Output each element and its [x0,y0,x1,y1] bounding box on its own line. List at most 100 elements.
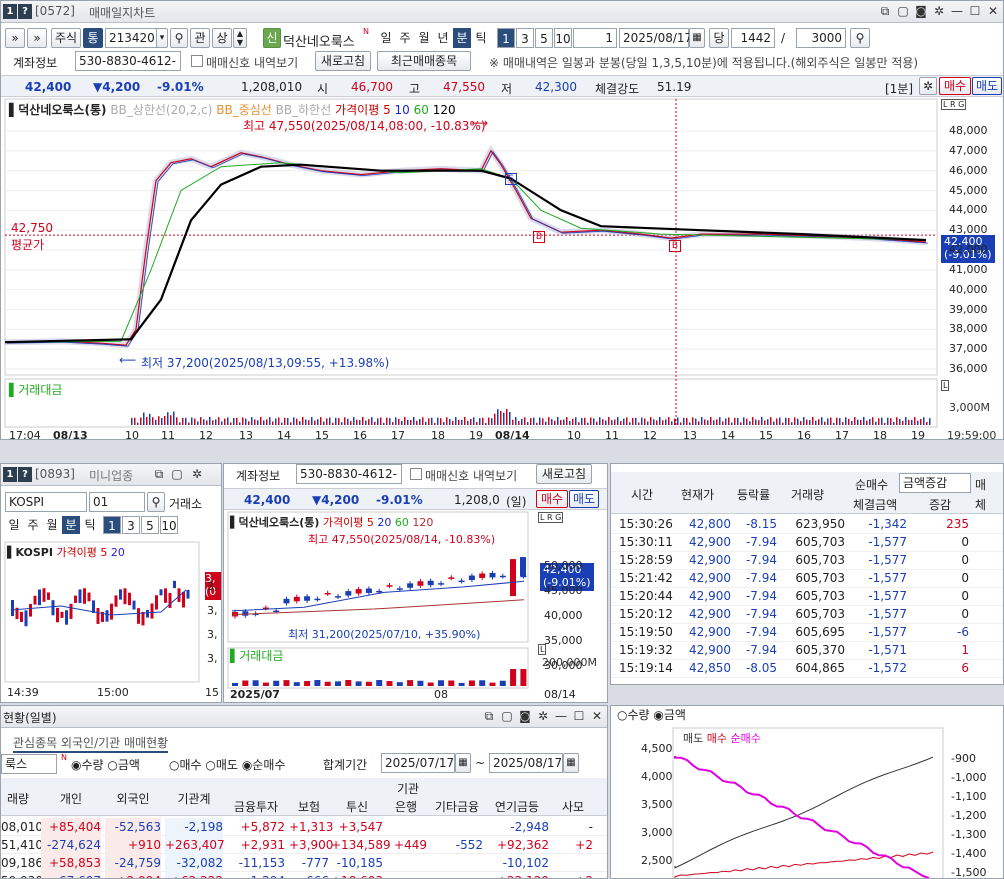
tick-row[interactable]: 15:30:11 42,900 -7.94 605,703 -1,577 0 [611,534,1003,552]
buy-button[interactable]: 매수 [939,77,971,95]
copy-icon[interactable]: ▢ [895,3,911,19]
radio-icon[interactable]: ○ [169,758,179,772]
close-icon[interactable]: ✕ [985,3,1001,19]
tick-row[interactable]: 15:30:26 42,800 -8.15 623,950 -1,342 235 [611,516,1003,534]
tick-row[interactable]: 15:19:50 42,900 -7.94 605,695 -1,577 -6 [611,624,1003,642]
refresh-button[interactable]: 새로고침 [536,464,592,484]
investor-row[interactable]: 09,186 +58,853 -24,759 -32,082 -11,153 -777 -1… [1,854,607,872]
kospi-chart[interactable] [1,540,222,703]
menu-icon[interactable]: 1 [3,467,17,482]
maximize-icon[interactable]: ☐ [571,708,587,724]
radio-selected-icon[interactable]: ◉ [71,758,81,772]
maximize-icon[interactable]: ☐ [967,3,983,19]
radio-icon[interactable]: ○ [107,758,117,772]
l-label[interactable]: L [941,380,950,391]
tick-row[interactable]: 15:28:59 42,900 -7.94 605,703 -1,577 0 [611,552,1003,570]
total-input[interactable]: 3000 [796,28,846,48]
from-date[interactable]: 2025/07/17 [381,753,455,773]
close-icon[interactable]: ✕ [589,708,605,724]
flow-radio-amount[interactable]: 금액 [664,708,686,722]
mini-period-1[interactable]: 주 [24,516,42,534]
radio-amount[interactable]: 금액 [118,758,140,772]
market-select[interactable]: 주식 [51,28,81,48]
account-select[interactable]: 530-8830-4612- [296,464,402,484]
period-1[interactable]: 주 [396,28,414,48]
sell-button[interactable]: 매도 [972,77,1002,95]
gear-icon[interactable]: ✲ [189,466,205,482]
calendar-icon[interactable]: ▦ [689,28,705,48]
code-input[interactable]: 213420 [105,28,157,48]
lrg-label[interactable]: L R G [941,99,967,110]
period-4[interactable]: 분 [453,28,471,48]
stepper-icon[interactable]: ▲ ▼ [233,28,247,48]
minimize-icon[interactable]: — [553,708,569,724]
copy-icon[interactable]: ▢ [169,466,185,482]
tick-row[interactable]: 15:19:32 42,900 -7.94 605,370 -1,571 1 [611,642,1003,660]
period-2[interactable]: 월 [415,28,433,48]
link-icon[interactable]: ⧉ [481,708,497,724]
recent-button[interactable]: 최근매매종목 [377,51,471,71]
tick-row[interactable]: 15:21:42 42,900 -7.94 605,703 -1,577 0 [611,570,1003,588]
radio-qty[interactable]: 수량 [81,758,103,772]
minute-3[interactable]: 3 [516,28,534,48]
radio-selected-icon[interactable]: ◉ [653,708,663,722]
dang-button[interactable]: 당 [709,28,729,48]
stock-name[interactable]: 덕산네오룩스 [283,31,355,50]
mini-minute-10[interactable]: 10 [160,516,178,534]
mini-minute-1[interactable]: 1 [103,516,121,534]
mode-select[interactable]: 금액증감 [899,473,971,493]
daily-lrg[interactable]: L R G [538,512,564,523]
buy-button[interactable]: 매수 [536,490,568,508]
minute-5[interactable]: 5 [535,28,553,48]
dang-input[interactable]: 1442 [731,28,775,48]
nav-right-icon[interactable]: » [5,28,25,48]
period-5[interactable]: 틱 [472,28,490,48]
minute-10[interactable]: 10 [554,28,572,48]
radio-sell[interactable]: 매도 [216,758,238,772]
investor-row[interactable]: 08,010 +85,404 -52,563 -2,198 +5,872 +1,313 +3… [1,818,607,836]
signal-checkbox[interactable] [410,468,422,480]
gear-icon[interactable]: ✲ [535,708,551,724]
type-button[interactable]: 통 [83,28,103,48]
mini-minute-3[interactable]: 3 [122,516,140,534]
stock-input[interactable]: 룩스 [1,754,57,774]
radio-icon[interactable]: ○ [617,708,627,722]
refresh-button[interactable]: 새로고침 [315,51,371,71]
camera-icon[interactable]: ◙ [517,708,533,724]
market-code-input[interactable]: 01 [89,492,145,512]
mini-period-4[interactable]: 틱 [81,516,99,534]
investor-row[interactable]: 59,930-67,607 +2,994 +62,222 -1,294 -666+18,… [1,872,607,878]
link-icon[interactable]: ⧉ [877,3,893,19]
radio-icon[interactable]: ○ [205,758,215,772]
period-0[interactable]: 일 [377,28,395,48]
updown-button[interactable]: 상 [212,28,232,48]
mini-period-3[interactable]: 분 [62,516,80,534]
link-icon[interactable]: ⧉ [151,466,167,482]
mini-period-2[interactable]: 월 [43,516,61,534]
period-3[interactable]: 년 [434,28,452,48]
tick-row[interactable]: 15:19:14 42,850 -8.05 604,865 -1,572 6 [611,660,1003,678]
investor-tab[interactable]: 관심종목 외국인/기관 매매현황 [13,734,169,753]
help-icon[interactable]: ? [18,467,32,482]
date-input[interactable]: 2025/08/17 [619,28,692,48]
search-icon[interactable]: ⚲ [147,492,165,512]
calendar-icon[interactable]: ▦ [563,753,579,773]
minimize-icon[interactable]: — [949,3,965,19]
menu-icon[interactable]: 1 [3,4,17,19]
mini-minute-5[interactable]: 5 [141,516,159,534]
zoom-icon[interactable]: ⚲ [850,28,870,48]
tick-row[interactable]: 15:20:12 42,900 -7.94 605,703 -1,577 0 [611,606,1003,624]
code-dropdown-icon[interactable]: ▾ [156,28,168,48]
help-icon[interactable]: ? [18,4,32,19]
sell-button[interactable]: 매도 [569,490,599,508]
flow-radio-qty[interactable]: 수량 [627,708,649,722]
to-date[interactable]: 2025/08/17 [489,753,563,773]
copy-icon[interactable]: ▢ [499,708,515,724]
price-chart[interactable] [1,97,1004,440]
mini-period-0[interactable]: 일 [5,516,23,534]
minute-1[interactable]: 1 [497,28,515,48]
investor-row[interactable]: 51,410 -274,624 +910 +263,407 +2,931 +3,900 +1… [1,836,607,854]
calendar-icon[interactable]: ▦ [455,753,471,773]
signal-checkbox[interactable] [191,55,203,67]
radio-buy[interactable]: 매수 [179,758,201,772]
